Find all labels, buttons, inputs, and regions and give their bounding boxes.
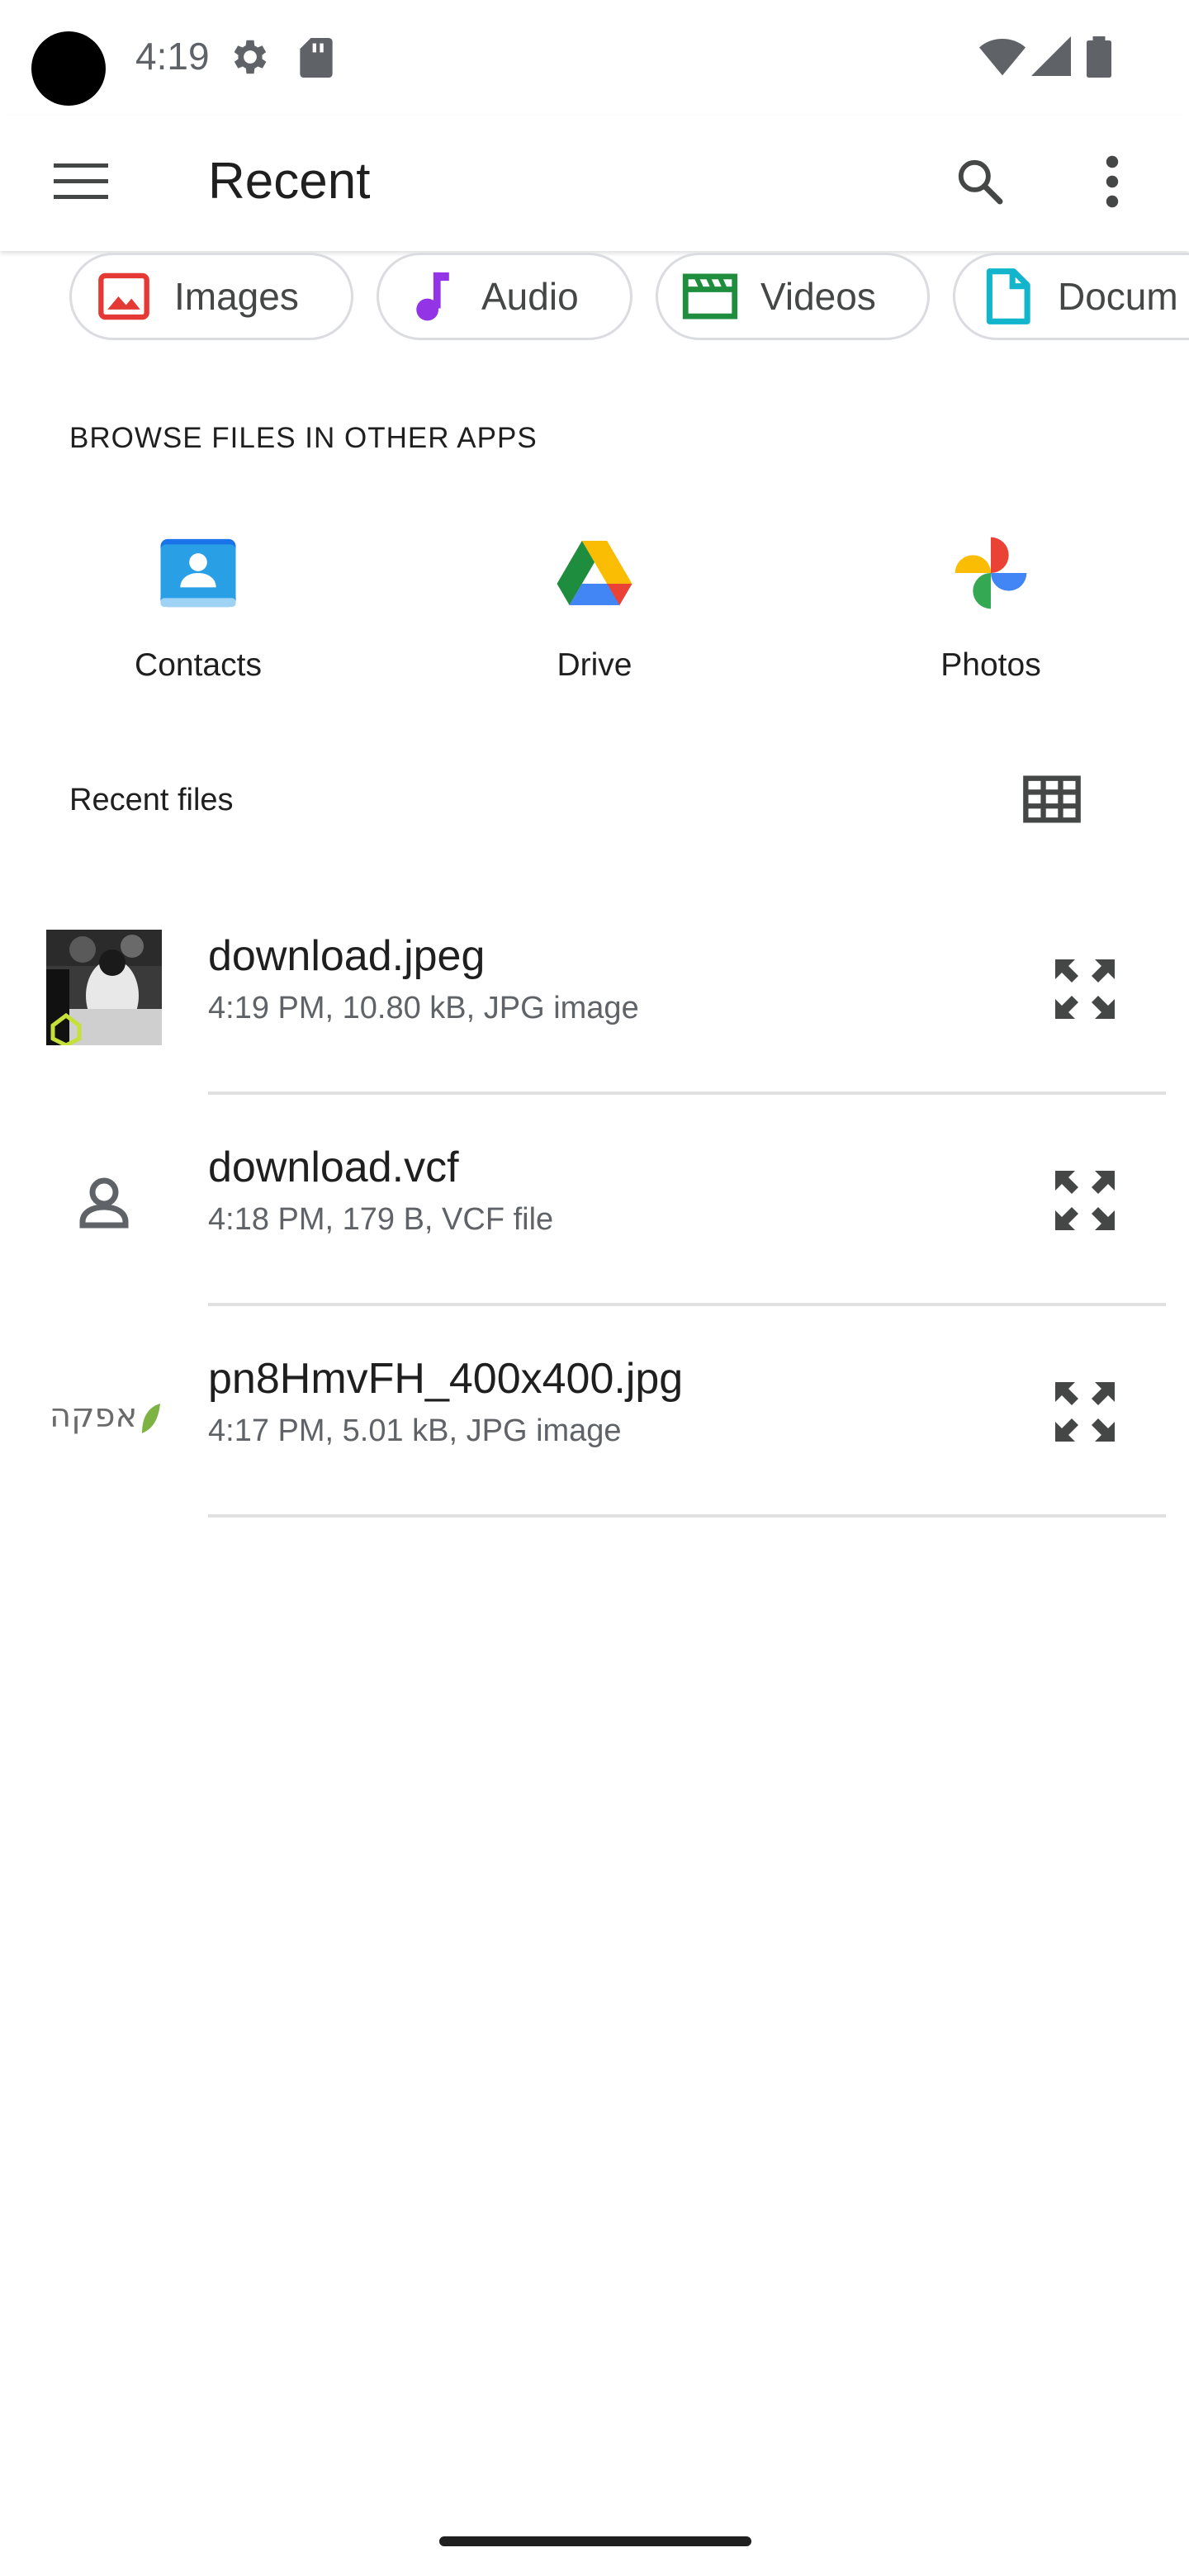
video-icon — [681, 268, 739, 325]
search-icon — [958, 159, 1003, 205]
search-button[interactable] — [941, 145, 1019, 218]
photo-thumbnail — [46, 930, 162, 1045]
app-label: Drive — [557, 647, 632, 683]
recent-files-heading: Recent files — [69, 783, 234, 817]
file-name: download.vcf — [208, 1144, 459, 1191]
chip-label: Audio — [481, 275, 579, 318]
drive-app-shortcut[interactable]: Drive — [396, 530, 793, 684]
chip-label: Videos — [760, 275, 876, 318]
svg-text:אפקה: אפקה — [50, 1397, 137, 1435]
contacts-app-icon — [160, 538, 236, 608]
grid-view-icon[interactable] — [1021, 768, 1083, 831]
file-row[interactable]: download.vcf 4:18 PM, 179 B, VCF file — [0, 1095, 1189, 1306]
browse-other-apps-heading: BROWSE FILES IN OTHER APPS — [69, 422, 538, 454]
expand-preview-icon[interactable] — [1045, 949, 1125, 1029]
sd-card-icon — [300, 38, 333, 78]
chip-documents[interactable]: Docum — [953, 253, 1189, 340]
row-divider — [208, 1514, 1166, 1518]
chip-images[interactable]: Images — [69, 253, 353, 340]
logo-thumbnail: אפקה — [50, 1397, 160, 1435]
hamburger-menu-icon — [54, 163, 108, 199]
battery-icon — [1087, 36, 1111, 78]
music-note-icon — [402, 268, 460, 325]
file-name: pn8HmvFH_400x400.jpg — [208, 1355, 684, 1403]
navigation-menu-button[interactable] — [43, 149, 119, 215]
more-options-button[interactable] — [1082, 145, 1143, 218]
camera-cutout — [31, 31, 106, 106]
category-chips: Images Audio Videos Docum — [0, 251, 1189, 350]
contact-file-icon — [79, 1177, 129, 1229]
chip-audio[interactable]: Audio — [377, 253, 632, 340]
file-meta: 4:17 PM, 5.01 kB, JPG image — [208, 1413, 622, 1448]
chip-label: Docum — [1058, 275, 1178, 318]
file-name: download.jpeg — [208, 932, 486, 980]
photos-app-icon — [955, 537, 1027, 609]
contacts-app-shortcut[interactable]: Contacts — [0, 530, 396, 684]
photos-app-shortcut[interactable]: Photos — [793, 530, 1189, 684]
cell-signal-icon — [1031, 36, 1071, 76]
document-icon — [978, 268, 1036, 325]
file-row[interactable]: אפקה pn8HmvFH_400x400.jpg 4:17 PM, 5.01 … — [0, 1306, 1189, 1518]
file-meta: 4:18 PM, 179 B, VCF file — [208, 1202, 554, 1237]
file-row[interactable]: download.jpeg 4:19 PM, 10.80 kB, JPG ima… — [0, 883, 1189, 1095]
status-time: 4:19 — [135, 35, 210, 78]
chip-videos[interactable]: Videos — [656, 253, 930, 340]
app-label: Contacts — [135, 647, 262, 683]
image-icon — [95, 268, 153, 325]
expand-preview-icon[interactable] — [1045, 1372, 1125, 1451]
more-vert-icon — [1106, 155, 1119, 208]
page-title: Recent — [208, 153, 371, 210]
drive-app-icon — [557, 541, 632, 605]
file-meta: 4:19 PM, 10.80 kB, JPG image — [208, 991, 639, 1025]
chip-label: Images — [174, 275, 299, 318]
app-label: Photos — [940, 647, 1041, 683]
expand-preview-icon[interactable] — [1045, 1161, 1125, 1240]
settings-gear-icon — [234, 40, 267, 74]
gesture-navigation-bar[interactable] — [439, 2536, 751, 2546]
wifi-icon — [979, 39, 1026, 76]
